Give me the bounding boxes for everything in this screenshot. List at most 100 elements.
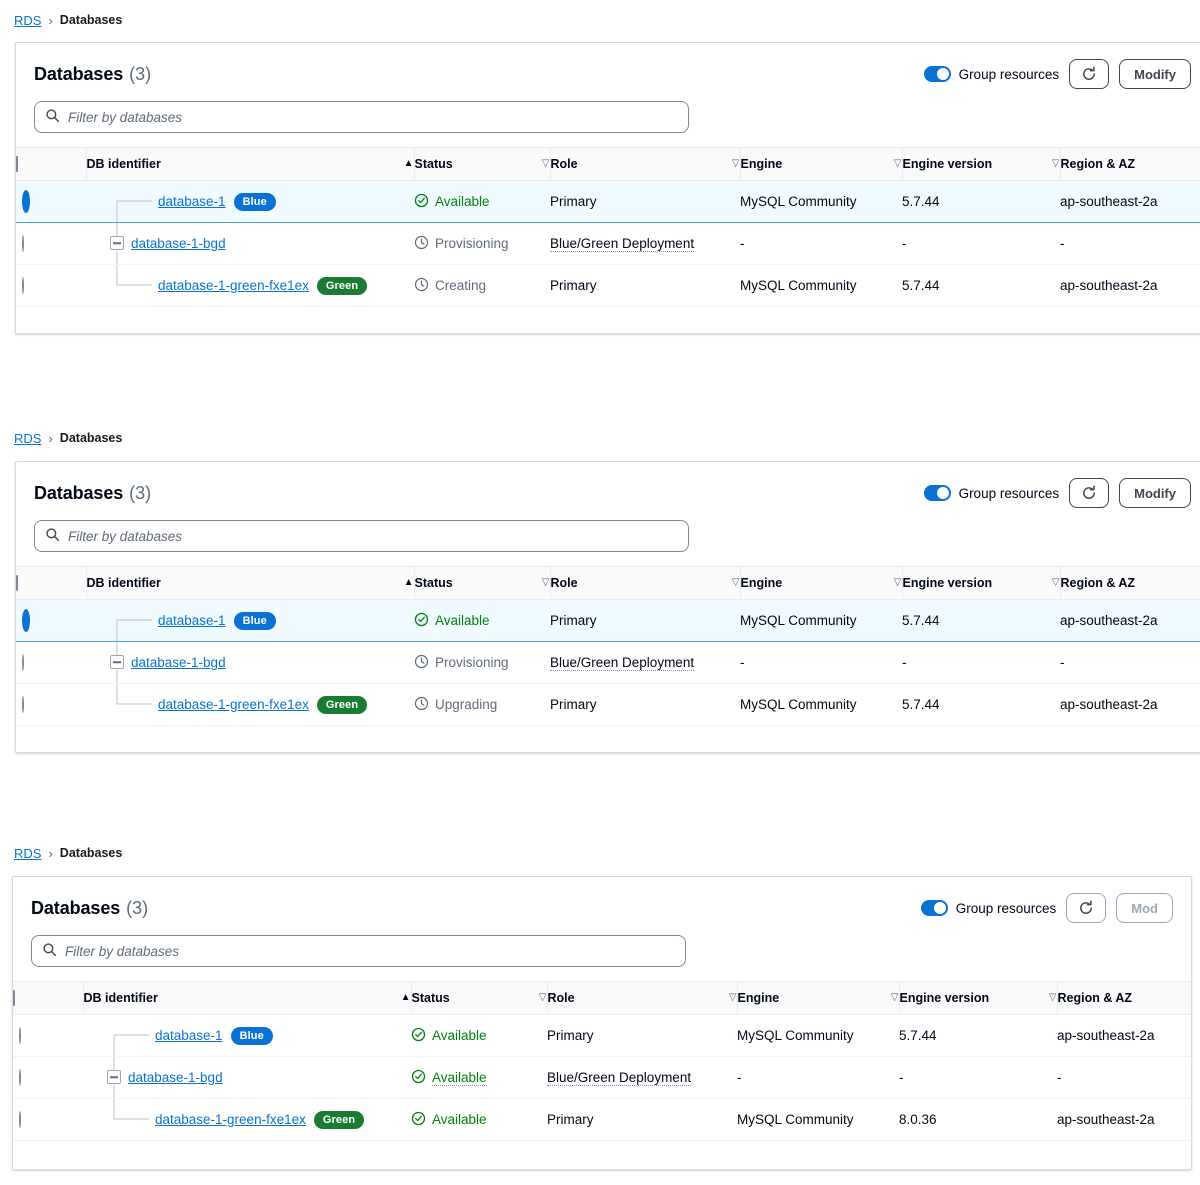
- column-header-status[interactable]: Status▽: [414, 567, 550, 600]
- check-circle-icon: [411, 1027, 426, 1045]
- row-radio-button[interactable]: [22, 235, 24, 252]
- column-header-status[interactable]: Status▽: [414, 148, 550, 181]
- engine-version-label: 5.7.44: [902, 697, 940, 712]
- column-header-label: Status: [412, 991, 450, 1005]
- column-header-engine[interactable]: Engine ▽: [740, 148, 902, 181]
- column-header-region-az[interactable]: Region & AZ▽: [1060, 567, 1200, 600]
- table-row[interactable]: database-1-green-fxe1exGreenAvailablePri…: [13, 1099, 1192, 1141]
- group-resources-label: Group resources: [956, 901, 1057, 916]
- refresh-button[interactable]: [1069, 478, 1109, 508]
- search-input[interactable]: Filter by databases: [31, 935, 686, 967]
- role-label[interactable]: Blue/Green Deployment: [550, 236, 694, 252]
- select-all-checkbox[interactable]: [16, 156, 18, 172]
- db-identifier-link[interactable]: database-1-green-fxe1ex: [158, 278, 309, 293]
- row-radio-button[interactable]: [19, 1111, 21, 1128]
- column-header-region-az[interactable]: Region & AZ▽: [1060, 148, 1200, 181]
- sort-icon[interactable]: ▽: [894, 578, 902, 588]
- db-identifier-link[interactable]: database-1-green-fxe1ex: [158, 697, 309, 712]
- modify-button[interactable]: Modify: [1119, 478, 1191, 508]
- role-label[interactable]: Blue/Green Deployment: [547, 1070, 691, 1086]
- column-header-region-az[interactable]: Region & AZ▽: [1057, 982, 1192, 1015]
- group-resources-toggle-wrap[interactable]: Group resources: [924, 485, 1060, 501]
- table-row[interactable]: database-1BlueAvailablePrimaryMySQL Comm…: [13, 1015, 1192, 1057]
- breadcrumb-rds-link[interactable]: RDS: [14, 14, 41, 27]
- group-resources-toggle-wrap[interactable]: Group resources: [924, 66, 1060, 82]
- refresh-button[interactable]: [1066, 893, 1106, 923]
- role-cell: Primary: [550, 600, 740, 642]
- table-row[interactable]: database-1-bgdProvisioningBlue/Green Dep…: [16, 642, 1200, 684]
- role-label[interactable]: Blue/Green Deployment: [550, 655, 694, 671]
- column-header-engine[interactable]: Engine▽: [737, 982, 899, 1015]
- table-row[interactable]: database-1-green-fxe1exGreenCreatingPrim…: [16, 265, 1200, 307]
- db-identifier-link[interactable]: database-1: [155, 1028, 223, 1043]
- engine-label: MySQL Community: [740, 697, 857, 712]
- row-radio-button[interactable]: [19, 1027, 21, 1044]
- group-resources-toggle[interactable]: [921, 900, 948, 916]
- column-header-label: Engine: [741, 157, 783, 171]
- title-group: Databases(3): [34, 483, 151, 504]
- sort-icon[interactable]: ▽: [891, 993, 899, 1003]
- db-identifier-link[interactable]: database-1-bgd: [131, 655, 226, 670]
- table-row[interactable]: database-1-bgdAvailableBlue/Green Deploy…: [13, 1057, 1192, 1099]
- db-identifier-link[interactable]: database-1-bgd: [131, 236, 226, 251]
- table-row[interactable]: database-1-bgdProvisioningBlue/Green Dep…: [16, 223, 1200, 265]
- select-all-checkbox[interactable]: [16, 575, 18, 591]
- column-header-engine-version[interactable]: Engine version▽: [899, 982, 1057, 1015]
- column-header-db-identifier[interactable]: DB identifier▲: [86, 567, 414, 600]
- sort-icon[interactable]: ▽: [542, 159, 550, 169]
- table-row[interactable]: database-1BlueAvailablePrimaryMySQL Comm…: [16, 181, 1200, 223]
- sort-icon[interactable]: ▽: [732, 159, 740, 169]
- table-row[interactable]: database-1-green-fxe1exGreenUpgradingPri…: [16, 684, 1200, 726]
- sort-ascending-icon[interactable]: ▲: [401, 993, 411, 1003]
- search-input[interactable]: Filter by databases: [34, 520, 689, 552]
- column-header-db-identifier[interactable]: DB identifier▲: [86, 148, 414, 181]
- db-identifier-link[interactable]: database-1-green-fxe1ex: [155, 1112, 306, 1127]
- column-header-label: Engine version: [903, 157, 993, 171]
- row-radio-button[interactable]: [22, 609, 30, 632]
- sort-icon[interactable]: ▽: [542, 578, 550, 588]
- refresh-button[interactable]: [1069, 59, 1109, 89]
- group-resources-toggle[interactable]: [924, 66, 951, 82]
- group-resources-toggle[interactable]: [924, 485, 951, 501]
- sort-ascending-icon[interactable]: ▲: [404, 159, 414, 169]
- breadcrumb-rds-link[interactable]: RDS: [14, 847, 41, 860]
- search-input[interactable]: Filter by databases: [34, 101, 689, 133]
- sort-icon[interactable]: ▽: [1052, 578, 1060, 588]
- column-header-role[interactable]: Role▽: [550, 148, 740, 181]
- row-radio-button[interactable]: [22, 654, 24, 671]
- collapse-group-icon[interactable]: [110, 655, 124, 669]
- breadcrumb-rds-link[interactable]: RDS: [14, 432, 41, 445]
- group-resources-toggle-wrap[interactable]: Group resources: [921, 900, 1057, 916]
- column-header-db-identifier[interactable]: DB identifier▲: [83, 982, 411, 1015]
- row-radio-button[interactable]: [19, 1069, 21, 1086]
- column-header-role[interactable]: Role▽: [550, 567, 740, 600]
- db-identifier-link[interactable]: database-1: [158, 194, 226, 209]
- table-row[interactable]: database-1BlueAvailablePrimaryMySQL Comm…: [16, 600, 1200, 642]
- sort-icon[interactable]: ▽: [894, 159, 902, 169]
- column-header-engine-version[interactable]: Engine version▽: [902, 567, 1060, 600]
- sort-ascending-icon[interactable]: ▲: [404, 578, 414, 588]
- sort-icon[interactable]: ▽: [539, 993, 547, 1003]
- sort-icon[interactable]: ▽: [732, 578, 740, 588]
- breadcrumb-separator-icon: ›: [48, 847, 52, 860]
- table-header: DB identifier▲Status▽Role▽Engine▽Engine …: [16, 567, 1200, 600]
- row-radio-button[interactable]: [22, 190, 30, 213]
- db-identifier-link[interactable]: database-1: [158, 613, 226, 628]
- clock-icon: [414, 654, 429, 672]
- column-header-engine-version[interactable]: Engine version ▽: [902, 148, 1060, 181]
- sort-icon[interactable]: ▽: [729, 993, 737, 1003]
- sort-icon[interactable]: ▽: [1052, 159, 1060, 169]
- column-header-role[interactable]: Role▽: [547, 982, 737, 1015]
- column-header-engine[interactable]: Engine▽: [740, 567, 902, 600]
- db-identifier-link[interactable]: database-1-bgd: [128, 1070, 223, 1085]
- row-radio-button[interactable]: [22, 277, 24, 294]
- region-az-label: -: [1060, 655, 1065, 670]
- sort-icon[interactable]: ▽: [1049, 993, 1057, 1003]
- collapse-group-icon[interactable]: [110, 236, 124, 250]
- row-radio-button[interactable]: [22, 696, 24, 713]
- column-header-status[interactable]: Status ▽: [411, 982, 547, 1015]
- row-select-cell: [16, 684, 86, 726]
- modify-button[interactable]: Modify: [1119, 59, 1191, 89]
- select-all-checkbox[interactable]: [13, 990, 15, 1006]
- collapse-group-icon[interactable]: [107, 1070, 121, 1084]
